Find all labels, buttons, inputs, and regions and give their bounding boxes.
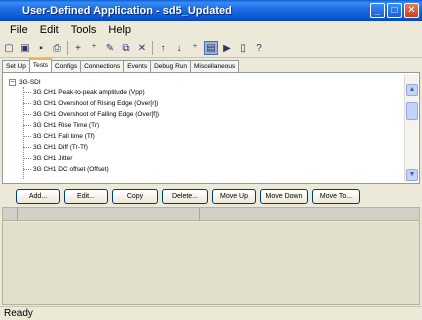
copy-icon[interactable]: ⧉ bbox=[119, 41, 133, 55]
test-tree: − 3G-SDI 3G CH1 Peak-to-peak amplitude (… bbox=[5, 75, 405, 181]
delete-icon[interactable]: ✕ bbox=[135, 41, 149, 55]
tree-connector bbox=[23, 147, 31, 148]
scroll-up-icon[interactable]: ▲ bbox=[406, 84, 418, 96]
add-child-icon[interactable]: ⁺ bbox=[87, 41, 101, 55]
copy-button[interactable]: Copy bbox=[112, 188, 158, 204]
menu-edit[interactable]: Edit bbox=[34, 24, 65, 36]
add-button[interactable]: Add... bbox=[16, 188, 60, 204]
scroll-thumb[interactable] bbox=[406, 102, 418, 120]
details-body bbox=[3, 222, 419, 304]
collapse-icon[interactable]: − bbox=[9, 79, 16, 86]
maximize-button[interactable]: □ bbox=[387, 3, 402, 18]
tab-set-up[interactable]: Set Up bbox=[2, 60, 30, 72]
add-icon[interactable]: + bbox=[71, 41, 85, 55]
tree-item[interactable]: 3G CH1 Fall time (Tf) bbox=[33, 132, 95, 141]
close-icon: ✕ bbox=[407, 5, 416, 16]
move-up-icon[interactable]: ↑ bbox=[156, 41, 170, 55]
title-bar[interactable]: User-Defined Application - sd5_Updated _… bbox=[0, 0, 422, 21]
maximize-icon: □ bbox=[391, 5, 398, 16]
tree-root[interactable]: − 3G-SDI bbox=[9, 78, 41, 87]
tree-item[interactable]: 3G CH1 Overshoot of Falling Edge (Over[f… bbox=[33, 110, 159, 119]
tree-connector bbox=[23, 114, 31, 115]
tree-connector bbox=[23, 92, 31, 93]
minimize-icon: _ bbox=[374, 5, 381, 16]
move-to-button[interactable]: Move To... bbox=[312, 188, 360, 204]
window-controls: _ □ ✕ bbox=[370, 3, 419, 18]
tab-miscellaneous[interactable]: Miscellaneous bbox=[190, 60, 240, 72]
run-icon[interactable]: ▶ bbox=[220, 41, 234, 55]
column-divider[interactable] bbox=[199, 208, 200, 221]
toolbar: ▢ ▣ ▪ ⎙ + ⁺ ✎ ⧉ ✕ ↑ ↓ ⁺ ▤ ▶ ▯ ? bbox=[0, 39, 422, 58]
toolbar-separator bbox=[152, 41, 153, 55]
tab-connections[interactable]: Connections bbox=[80, 60, 125, 72]
move-up-button[interactable]: Move Up bbox=[212, 188, 256, 204]
status-text: Ready bbox=[4, 308, 33, 319]
tree-connector bbox=[23, 136, 31, 137]
minimize-button[interactable]: _ bbox=[370, 3, 385, 18]
new-icon[interactable]: ▢ bbox=[2, 41, 16, 55]
menu-file[interactable]: File bbox=[4, 24, 34, 36]
tree-root-label: 3G-SDI bbox=[19, 79, 41, 86]
add-step-icon[interactable]: ⁺ bbox=[188, 41, 202, 55]
window-title: User-Defined Application - sd5_Updated bbox=[22, 4, 232, 17]
help-icon[interactable]: ? bbox=[252, 41, 266, 55]
action-buttons: Add... Edit... Copy Delete... Move Up Mo… bbox=[2, 186, 420, 206]
print-icon[interactable]: ⎙ bbox=[50, 41, 64, 55]
stop-icon[interactable]: ▯ bbox=[236, 41, 250, 55]
tree-connector bbox=[23, 87, 24, 179]
tree-item[interactable]: 3G CH1 Overshoot of Rising Edge (Over[r]… bbox=[33, 99, 158, 108]
edit-icon[interactable]: ✎ bbox=[103, 41, 117, 55]
move-down-icon[interactable]: ↓ bbox=[172, 41, 186, 55]
scroll-down-icon[interactable]: ▼ bbox=[406, 169, 418, 181]
tree-item[interactable]: 3G CH1 Diff (Tr-Tf) bbox=[33, 143, 88, 152]
tree-connector bbox=[23, 158, 31, 159]
tree-item[interactable]: 3G CH1 Rise Time (Tr) bbox=[33, 121, 99, 130]
menu-tools[interactable]: Tools bbox=[65, 24, 103, 36]
toolbar-separator bbox=[67, 41, 68, 55]
tests-panel: − 3G-SDI 3G CH1 Peak-to-peak amplitude (… bbox=[2, 72, 420, 184]
tab-debug-run[interactable]: Debug Run bbox=[150, 60, 191, 72]
tree-connector bbox=[23, 125, 31, 126]
tab-tests[interactable]: Tests bbox=[28, 58, 53, 72]
tree-item[interactable]: 3G CH1 Peak-to-peak amplitude (Vpp) bbox=[33, 88, 145, 97]
delete-button[interactable]: Delete... bbox=[162, 188, 208, 204]
move-down-button[interactable]: Move Down bbox=[260, 188, 308, 204]
tree-item[interactable]: 3G CH1 DC offset (Offset) bbox=[33, 165, 109, 174]
tab-strip: Set Up Tests Configs Connections Events … bbox=[2, 58, 240, 72]
details-header bbox=[3, 208, 419, 221]
close-button[interactable]: ✕ bbox=[404, 3, 419, 18]
menu-help[interactable]: Help bbox=[102, 24, 137, 36]
tree-connector bbox=[23, 169, 31, 170]
app-window: User-Defined Application - sd5_Updated _… bbox=[0, 0, 422, 320]
tab-configs[interactable]: Configs bbox=[51, 60, 82, 72]
open-icon[interactable]: ▣ bbox=[18, 41, 32, 55]
status-bar: Ready bbox=[0, 306, 422, 320]
save-icon[interactable]: ▪ bbox=[34, 41, 48, 55]
tree-connector bbox=[23, 103, 31, 104]
view-icon[interactable]: ▤ bbox=[204, 41, 218, 55]
tab-events[interactable]: Events bbox=[123, 60, 152, 72]
tree-item[interactable]: 3G CH1 Jitter bbox=[33, 154, 72, 163]
details-pane bbox=[2, 207, 420, 305]
vertical-scrollbar[interactable]: ▲ ▼ bbox=[404, 74, 418, 182]
edit-button[interactable]: Edit... bbox=[64, 188, 108, 204]
menu-bar: File Edit Tools Help bbox=[0, 21, 422, 39]
column-divider[interactable] bbox=[17, 208, 18, 221]
